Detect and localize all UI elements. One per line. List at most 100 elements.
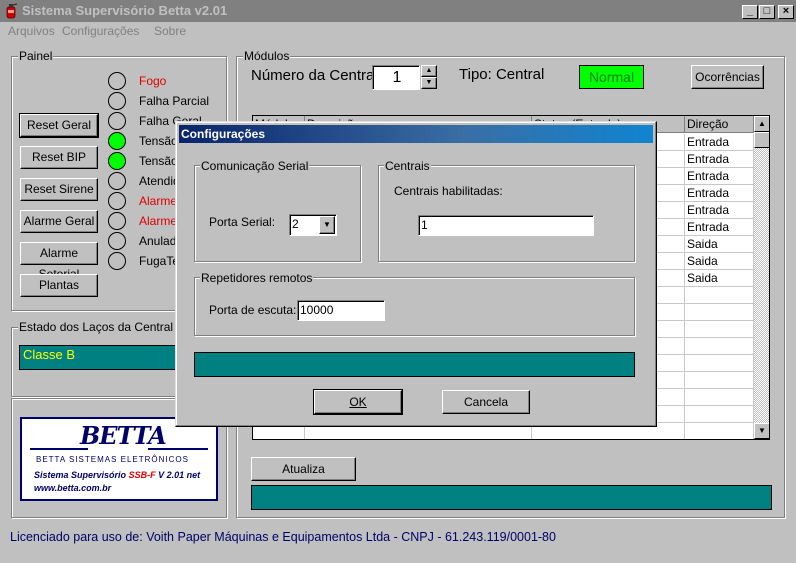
menu-configuracoes[interactable]: Configurações: [62, 24, 139, 38]
betta-logo-brand: BETTA: [80, 421, 167, 450]
cell-direcao: [685, 287, 754, 304]
ok-label: OK: [349, 395, 367, 409]
cell-direcao: Entrada: [685, 202, 754, 219]
alarme-geral-button[interactable]: Alarme Geral: [20, 210, 98, 233]
cell-direcao: Saida: [685, 270, 754, 287]
menu-sobre[interactable]: Sobre: [154, 24, 186, 38]
porta-serial-value: 2: [292, 217, 299, 231]
betta-logo-product: Sistema Supervisório SSB-F V 2.01 net: [34, 470, 200, 480]
betta-logo-website: www.betta.com.br: [34, 483, 112, 493]
indicator-label: Alarme: [139, 214, 178, 228]
betta-logo-company: Betta Sistemas Eletrônicos: [36, 455, 189, 464]
indicator-label: Tensão: [139, 134, 178, 148]
cell-direcao: [685, 423, 754, 439]
indicator-label: Tensão: [139, 154, 178, 168]
indicator-led: [108, 132, 126, 150]
modulos-title: Módulos: [243, 49, 291, 63]
atualiza-descricoes-button[interactable]: Atualiza Descrições: [251, 457, 356, 498]
centrais-label: Centrais habilitadas:: [394, 184, 503, 198]
indicator-label: Falha Parcial: [139, 94, 210, 108]
minimize-button[interactable]: _: [742, 5, 758, 19]
logo-product-code: SSB-F: [128, 470, 156, 480]
indicator-led: [108, 172, 126, 190]
dialog-title: Configurações: [181, 127, 266, 141]
porta-serial-select[interactable]: 2 ▼: [289, 214, 337, 236]
cell-direcao: Entrada: [685, 151, 754, 168]
cell-direcao: Entrada: [685, 185, 754, 202]
cell-direcao: Entrada: [685, 168, 754, 185]
close-button[interactable]: ×: [778, 5, 794, 19]
logo-product-suffix: V 2.01 net: [158, 470, 201, 480]
table-scrollbar[interactable]: ▲ ▼: [754, 116, 769, 439]
porta-escuta-input[interactable]: 10000: [297, 300, 385, 321]
arrow-up-icon: ▲: [425, 67, 433, 74]
indicator-led: [108, 192, 126, 210]
cell-direcao: Entrada: [685, 219, 754, 236]
cancela-button[interactable]: Cancela: [442, 390, 530, 414]
cell-direcao: [685, 304, 754, 321]
indicator-label: Alarme: [139, 194, 178, 208]
maximize-button[interactable]: □: [759, 5, 775, 19]
alarme-setorial-button[interactable]: Alarme Setorial: [20, 242, 98, 281]
reset-geral-button[interactable]: Reset Geral: [19, 113, 99, 138]
cell-direcao: [685, 372, 754, 389]
indicator-led: [108, 232, 126, 250]
central-number-input[interactable]: 1: [372, 65, 420, 90]
serial-group-title: Comunicação Serial: [200, 159, 310, 173]
window-title: Sistema Supervisório Betta v2.01: [22, 3, 228, 18]
centrais-group-title: Centrais: [384, 159, 431, 173]
central-up-button[interactable]: ▲: [421, 65, 437, 77]
configuracoes-dialog: Configurações Comunicação Serial Porta S…: [175, 121, 657, 427]
indicator-led: [108, 112, 126, 130]
porta-serial-dropdown-button[interactable]: ▼: [319, 216, 335, 234]
license-text: Licenciado para uso de: Voith Paper Máqu…: [10, 530, 556, 544]
arrow-down-icon: ▼: [758, 426, 766, 435]
fire-extinguisher-icon: [6, 3, 18, 19]
cell-direcao: [685, 406, 754, 423]
plantas-button[interactable]: Plantas: [20, 274, 98, 297]
cell-direcao: Saida: [685, 253, 754, 270]
cancela-label: Cancela: [463, 395, 509, 409]
repetidores-group-title: Repetidores remotos: [200, 271, 314, 285]
cell-direcao: Saida: [685, 236, 754, 253]
central-down-button[interactable]: ▼: [421, 77, 437, 89]
scroll-thumb[interactable]: [754, 132, 769, 148]
chevron-down-icon: ▼: [323, 220, 331, 229]
arrow-down-icon: ▼: [425, 79, 433, 86]
logo-product-prefix: Sistema Supervisório: [34, 470, 127, 480]
centrais-group: [378, 165, 635, 262]
indicator-led: [108, 252, 126, 270]
cell-direcao: Entrada: [685, 134, 754, 151]
reset-bip-button[interactable]: Reset BIP: [20, 146, 98, 169]
indicator-led: [108, 152, 126, 170]
scroll-down-button[interactable]: ▼: [754, 423, 769, 439]
centrais-input[interactable]: 1: [418, 215, 594, 236]
painel-title: Painel: [18, 49, 54, 63]
ocorrencias-button[interactable]: Ocorrências: [691, 65, 764, 89]
central-label: Número da Central:: [251, 67, 382, 84]
dialog-status-bar: [194, 352, 635, 377]
indicator-led: [108, 212, 126, 230]
modulos-status-bar: [251, 485, 772, 510]
indicator-label: Fogo: [139, 74, 167, 88]
reset-sirene-button[interactable]: Reset Sirene: [20, 178, 98, 201]
arrow-up-icon: ▲: [758, 119, 766, 128]
ok-button[interactable]: OK: [313, 389, 403, 415]
porta-escuta-label: Porta de escuta:: [209, 303, 297, 317]
betta-logo: BETTA Betta Sistemas Eletrônicos Sistema…: [20, 417, 218, 501]
minimize-icon: _: [746, 5, 754, 17]
column-header-direcao[interactable]: Direção: [685, 116, 754, 133]
menu-bar: Arquivos Configurações Sobre: [0, 22, 796, 40]
cell-direcao: [685, 338, 754, 355]
cell-direcao: [685, 321, 754, 338]
tipo-label: Tipo: Central: [459, 66, 545, 83]
porta-serial-label: Porta Serial:: [209, 215, 276, 229]
cell-direcao: [685, 355, 754, 372]
menu-arquivos[interactable]: Arquivos: [8, 24, 55, 38]
dialog-title-bar[interactable]: Configurações: [179, 125, 653, 143]
scroll-up-button[interactable]: ▲: [754, 116, 769, 132]
indicator-led: [108, 72, 126, 90]
indicator-led: [108, 92, 126, 110]
maximize-icon: □: [763, 5, 771, 17]
close-icon: ×: [782, 5, 790, 17]
